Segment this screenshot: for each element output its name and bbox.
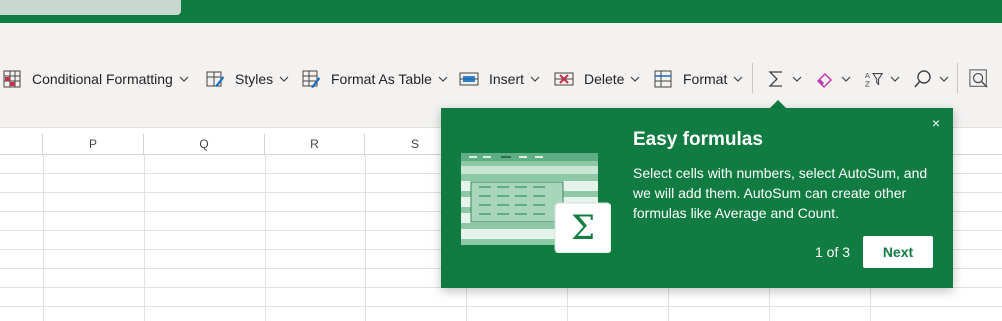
format-button[interactable]: Format bbox=[653, 65, 743, 93]
chevron-down-icon bbox=[179, 74, 189, 84]
insert-button[interactable]: Insert bbox=[459, 65, 540, 93]
column-header-q[interactable]: Q bbox=[144, 134, 265, 154]
column-header-partial[interactable] bbox=[0, 134, 43, 154]
autosum-illustration: Σ bbox=[461, 153, 612, 254]
conditional-formatting-icon bbox=[2, 69, 22, 89]
find-search-icon bbox=[913, 69, 933, 89]
ribbon-row: Conditional Formatting Styles Format As … bbox=[0, 63, 1002, 93]
conditional-formatting-label: Conditional Formatting bbox=[32, 71, 173, 87]
chevron-down-icon bbox=[630, 74, 640, 84]
callout-beak bbox=[770, 100, 786, 108]
chevron-down-icon bbox=[841, 74, 851, 84]
delete-button[interactable]: Delete bbox=[554, 65, 640, 93]
format-as-table-label: Format As Table bbox=[331, 71, 432, 87]
conditional-formatting-button[interactable]: Conditional Formatting bbox=[2, 65, 189, 93]
format-as-table-icon bbox=[301, 69, 321, 89]
teaching-callout: × Σ Easy formulas Select cells with numb… bbox=[441, 108, 953, 288]
autosum-button[interactable] bbox=[766, 65, 802, 93]
column-header-r[interactable]: R bbox=[265, 134, 365, 154]
styles-button[interactable]: Styles bbox=[205, 65, 289, 93]
title-bar-field[interactable] bbox=[0, 0, 181, 15]
chevron-down-icon bbox=[939, 74, 949, 84]
column-gridline bbox=[43, 155, 44, 321]
sort-filter-button[interactable]: AZ bbox=[864, 65, 900, 93]
chevron-down-icon bbox=[792, 74, 802, 84]
styles-icon bbox=[205, 69, 225, 89]
ribbon-divider bbox=[752, 63, 753, 93]
chevron-down-icon bbox=[279, 74, 289, 84]
insert-label: Insert bbox=[489, 71, 525, 87]
ribbon-divider bbox=[957, 63, 958, 93]
sigma-icon: Σ bbox=[570, 208, 596, 248]
format-label: Format bbox=[683, 71, 728, 87]
column-gridline bbox=[265, 155, 266, 321]
styles-label: Styles bbox=[235, 71, 274, 87]
chevron-down-icon bbox=[733, 74, 743, 84]
clear-eraser-icon bbox=[815, 69, 835, 89]
delete-label: Delete bbox=[584, 71, 625, 87]
chevron-down-icon bbox=[438, 74, 448, 84]
close-icon[interactable]: × bbox=[929, 116, 943, 130]
svg-text:Z: Z bbox=[865, 79, 870, 88]
find-button[interactable] bbox=[913, 65, 949, 93]
analyze-data-icon bbox=[969, 69, 989, 89]
delete-cells-icon bbox=[554, 69, 574, 89]
row-gridline bbox=[0, 306, 1002, 307]
callout-step-counter: 1 of 3 bbox=[815, 244, 851, 260]
chevron-down-icon bbox=[530, 74, 540, 84]
insert-cells-icon bbox=[459, 69, 479, 89]
next-button[interactable]: Next bbox=[863, 236, 933, 268]
sort-filter-icon: AZ bbox=[864, 69, 884, 89]
analyze-data-button[interactable] bbox=[969, 65, 989, 93]
format-as-table-button[interactable]: Format As Table bbox=[301, 65, 448, 93]
column-gridline bbox=[365, 155, 366, 321]
format-cells-icon bbox=[653, 69, 673, 89]
chevron-down-icon bbox=[890, 74, 900, 84]
title-bar bbox=[0, 0, 1002, 23]
callout-body: Select cells with numbers, select AutoSu… bbox=[633, 165, 928, 221]
autosum-icon bbox=[766, 69, 786, 89]
column-gridline bbox=[144, 155, 145, 321]
callout-title: Easy formulas bbox=[633, 129, 763, 150]
column-header-p[interactable]: P bbox=[43, 134, 144, 154]
clear-button[interactable] bbox=[815, 65, 851, 93]
